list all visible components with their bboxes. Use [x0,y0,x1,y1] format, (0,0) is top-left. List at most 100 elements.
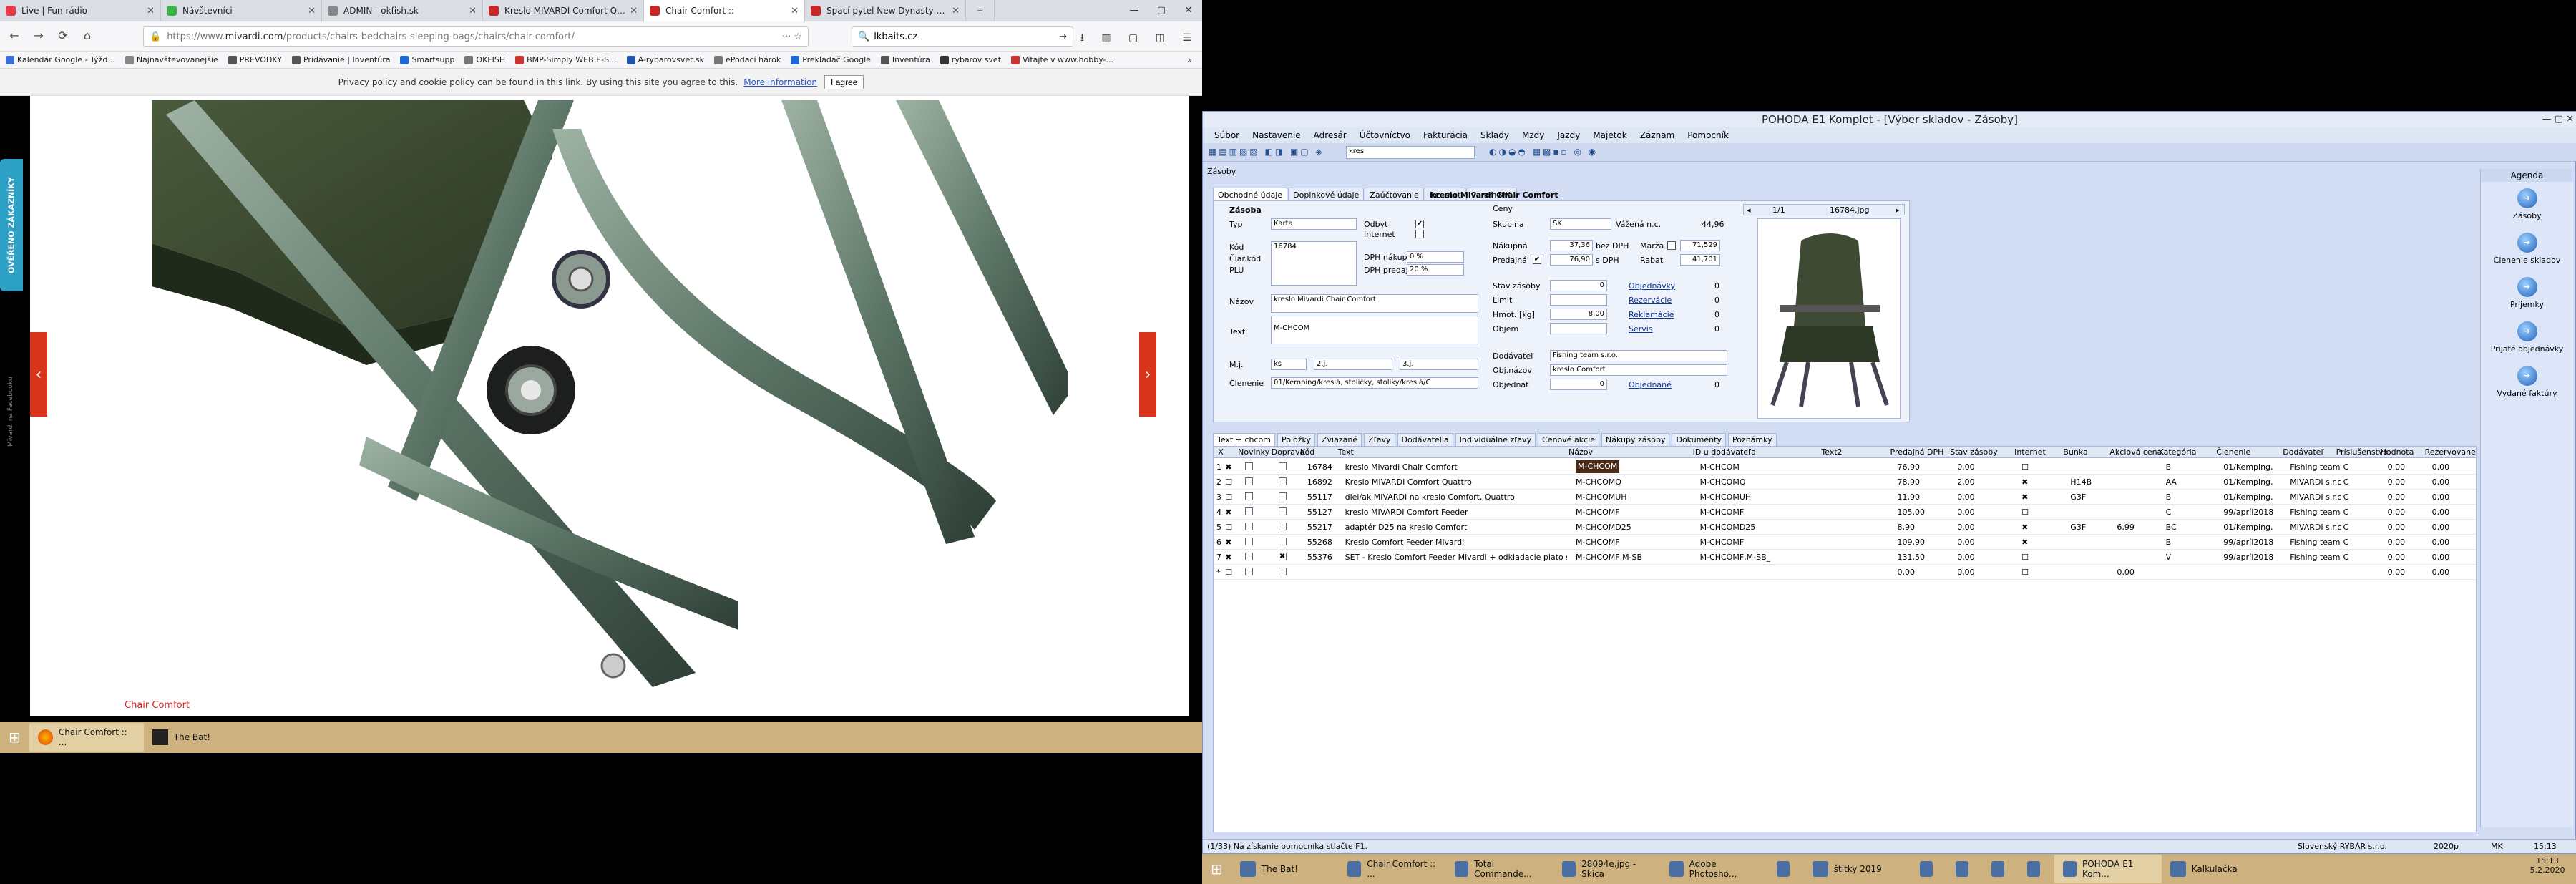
start-icon[interactable]: ⊞ [1202,855,1231,883]
row-checkbox[interactable]: ✖ [2021,538,2028,547]
taskbar-app[interactable]: Kalkulačka [2162,855,2269,883]
row-checkbox[interactable]: ✖ [1225,553,1231,562]
objednane-link[interactable]: Objednané [1629,380,1672,389]
objem-input[interactable] [1550,323,1607,334]
column-header[interactable]: Výrob [2476,447,2477,457]
menu-item[interactable]: Majetok [1593,130,1626,140]
servis-link[interactable]: Servis [1629,324,1653,334]
dph-nakup-select[interactable]: 0 % [1407,251,1464,263]
column-header[interactable]: Text [1338,447,1354,457]
search-bar[interactable]: 🔍 lkbaits.cz → [852,26,1073,47]
column-header[interactable]: Kategória [2159,447,2197,457]
predajna-input[interactable]: 76,90 [1550,254,1593,266]
bookmarks-more-button[interactable]: » [1187,55,1192,64]
row-checkbox[interactable]: ☐ [1225,477,1232,487]
column-header[interactable]: Predajná DPH [1890,447,1944,457]
agenda-item[interactable]: ➔ Prijaté objednávky [2481,315,2573,359]
table-row[interactable]: *☐0,000,00☐0,000,000,000.00 [1214,565,2476,580]
tab-close-icon[interactable]: ✕ [147,6,155,16]
bottom-tab[interactable]: Dokumenty [1672,433,1726,447]
new-tab-button[interactable]: + [966,0,995,21]
column-header[interactable]: Novinky [1238,447,1269,457]
prev-arrow-icon[interactable]: ‹ [30,332,47,417]
table-row[interactable]: 7 ✖ ✖ 55376 SET - Kreslo Comfort Feeder Miva… [1214,550,2476,565]
taskbar-app[interactable]: Total Commande... [1446,855,1553,883]
column-header[interactable]: X [1218,447,1224,457]
column-header[interactable]: Názov [1568,447,1593,457]
next-arrow-icon[interactable]: › [1139,332,1156,417]
browser-tab[interactable]: ADMIN - okfish.sk ✕ [322,0,483,21]
bottom-tab[interactable]: Poznámky [1727,433,1777,447]
browser-tab[interactable]: Chair Comfort :: ✕ [644,0,805,21]
menu-item[interactable]: Súbor [1214,130,1239,140]
facebook-side-link[interactable]: Mivardi na Facebooku [7,303,17,447]
browser-tab[interactable]: Spací pytel New Dynasty z mira ✕ [805,0,966,21]
reload-icon[interactable]: ⟳ [53,29,73,42]
typ-select[interactable]: Karta [1271,218,1357,230]
text-input[interactable]: M-CHCOM [1271,316,1478,344]
column-header[interactable]: Stav zásoby [1950,447,1998,457]
predajna-checkbox[interactable]: ✔ [1533,256,1541,264]
column-header[interactable]: Hodnota [2381,447,2414,457]
back-icon[interactable]: ← [4,29,24,42]
taskbar-firefox[interactable]: Chair Comfort :: ... [29,723,144,752]
table-row[interactable]: 2 ☐ 16892 Kreslo MIVARDI Comfort Quattro M-C… [1214,475,2476,490]
bottom-tab[interactable]: Dodávatelia [1397,433,1453,447]
tab-close-icon[interactable]: ✕ [952,6,960,16]
table-row[interactable]: 3 ☐ 55117 diel/ak MIVARDI na kreslo Comfort… [1214,490,2476,505]
reklamacie-link[interactable]: Reklamácie [1629,310,1674,319]
skupina-select[interactable]: SK [1550,218,1611,230]
bookmark-item[interactable]: Najnavštevovanejšie [125,55,218,64]
tab-close-icon[interactable]: ✕ [308,6,316,16]
marza-input[interactable]: 71,529 [1680,240,1720,251]
bookmark-item[interactable]: BMP-Simply WEB E-S... [515,55,617,64]
row-checkbox[interactable]: ✖ [1278,553,1287,560]
cookie-more-link[interactable]: More information [743,77,817,87]
menu-item[interactable]: Účtovníctvo [1360,130,1410,140]
menu-item[interactable]: Sklady [1480,130,1509,140]
row-checkbox[interactable]: ☐ [1225,568,1232,577]
row-checkbox[interactable] [1278,538,1287,545]
taskbar-app[interactable] [1947,855,1983,883]
table-row[interactable]: 1 ✖ 16784 kreslo Mivardi Chair Comfort M-CHC… [1214,460,2476,475]
clock[interactable]: 15:13 5.2.2020 [2526,856,2569,875]
bottom-tab[interactable]: Nákupy zásoby [1601,433,1670,447]
nakupna-input[interactable]: 37,36 [1550,240,1593,251]
row-checkbox[interactable]: ✖ [1225,507,1231,517]
image-prev-icon[interactable]: ◂ [1747,205,1751,215]
menu-item[interactable]: Fakturácia [1423,130,1468,140]
row-checkbox[interactable] [1278,523,1287,530]
row-checkbox[interactable] [1245,553,1254,560]
taskbar-app[interactable]: POHODA E1 Kom... [2054,855,2162,883]
row-checkbox[interactable] [1278,462,1287,470]
bottom-tab[interactable]: Cenové akcie [1538,433,1600,447]
menu-item[interactable]: Nastavenie [1252,130,1300,140]
objnazov-input[interactable]: kreslo Comfort [1550,364,1727,376]
row-checkbox[interactable]: ✖ [1225,462,1231,472]
taskbar-app[interactable]: štítky 2019 [1804,855,1911,883]
column-header[interactable]: Text2 [1821,447,1842,457]
bookmark-item[interactable]: PREVODKY [228,55,282,64]
taskbar-app[interactable] [1768,855,1804,883]
bottom-tab[interactable]: Zľavy [1364,433,1395,447]
nazov-input[interactable]: kreslo Mivardi Chair Comfort [1271,294,1478,313]
taskbar-app[interactable] [1983,855,2019,883]
mj3-input[interactable]: 3.j. [1400,359,1478,370]
bookmark-item[interactable]: A-rybarovsvet.sk [626,55,704,64]
table-row[interactable]: 5 ☐ 55217 adaptér D25 na kreslo Comfort M-CH… [1214,520,2476,535]
agenda-item[interactable]: ➔ Vydané faktúry [2481,359,2573,404]
taskbar-app[interactable]: The Bat! [1231,855,1339,883]
row-checkbox[interactable]: ☐ [2021,568,2029,577]
bottom-tab[interactable]: Text + chcom [1213,433,1275,447]
toolbar-search-input[interactable]: kres [1346,146,1475,159]
taskbar-app[interactable]: Adobe Photosho... [1661,855,1768,883]
row-checkbox[interactable] [1245,462,1254,470]
taskbar-app[interactable] [2019,855,2054,883]
cookie-agree-button[interactable]: I agree [824,75,864,89]
row-checkbox[interactable] [1245,492,1254,500]
row-checkbox[interactable] [1245,523,1254,530]
window-controls[interactable]: — ▢ ✕ [2542,112,2574,127]
row-checkbox[interactable] [1245,507,1254,515]
agenda-item[interactable]: ➔ Členenie skladov [2481,226,2573,271]
browser-tab[interactable]: Návštevníci ✕ [161,0,322,21]
